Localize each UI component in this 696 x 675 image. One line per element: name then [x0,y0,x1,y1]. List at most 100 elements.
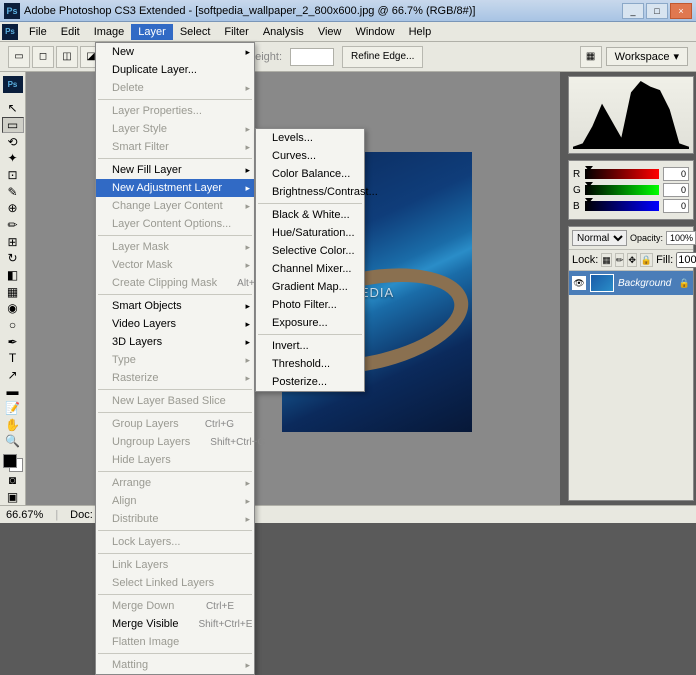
layer-thumbnail[interactable] [590,274,614,292]
dodge-tool-icon[interactable]: ○ [2,317,24,333]
lock-all-icon[interactable]: 🔒 [640,253,653,267]
eraser-tool-icon[interactable]: ◧ [2,267,24,283]
layers-list[interactable]: 👁 Background 🔒 [569,271,693,500]
separator [98,158,252,159]
separator [258,203,362,204]
r-label: R [573,169,581,180]
menu-item-curves[interactable]: Curves... [256,147,364,165]
visibility-icon[interactable]: 👁 [572,276,586,290]
crop-tool-icon[interactable]: ⊡ [2,167,24,183]
maximize-button[interactable]: □ [646,3,668,19]
menu-item-smart-objects[interactable]: Smart Objects▸ [96,297,254,315]
refine-edge-button[interactable]: Refine Edge... [342,46,423,68]
history-brush-icon[interactable]: ↻ [2,251,24,267]
g-slider[interactable] [585,185,659,195]
minimize-button[interactable]: _ [622,3,644,19]
menu-item-threshold[interactable]: Threshold... [256,355,364,373]
menu-help[interactable]: Help [402,24,439,40]
menu-item-3d-layers[interactable]: 3D Layers▸ [96,333,254,351]
layer-row[interactable]: 👁 Background 🔒 [569,271,693,295]
menu-layer[interactable]: Layer [131,24,173,40]
menu-item-brightness-contrast[interactable]: Brightness/Contrast... [256,183,364,201]
foreground-color-icon[interactable] [3,454,17,468]
opacity-input[interactable] [666,231,696,245]
menu-item-color-balance[interactable]: Color Balance... [256,165,364,183]
menu-item-posterize[interactable]: Posterize... [256,373,364,391]
menu-item-merge-visible[interactable]: Merge VisibleShift+Ctrl+E [96,615,254,633]
menu-item-new[interactable]: New▸ [96,43,254,61]
healing-tool-icon[interactable]: ⊕ [2,201,24,217]
path-tool-icon[interactable]: ↗ [2,367,24,383]
workspace-icon[interactable]: ▦ [580,46,602,68]
screenmode-icon[interactable]: ▣ [2,489,24,505]
marquee-tool-icon[interactable]: ▭ [8,46,30,68]
submenu-arrow-icon: ▸ [245,301,250,312]
tools-header-icon: Ps [3,76,23,93]
menu-view[interactable]: View [311,24,349,40]
lasso-tool-icon[interactable]: ⟲ [2,134,24,150]
submenu-arrow-icon: ▸ [245,337,250,348]
window-controls: _ □ × [622,3,692,19]
move-tool-icon[interactable]: ↖ [2,100,24,116]
eyedropper-tool-icon[interactable]: ✎ [2,184,24,200]
menu-item-lock-layers: Lock Layers... [96,533,254,551]
menu-item-select-linked-layers: Select Linked Layers [96,574,254,592]
selection-mode-add-icon[interactable]: ◫ [56,46,78,68]
r-value-input[interactable] [663,167,689,181]
menu-item-flatten-image: Flatten Image [96,633,254,651]
lock-transparency-icon[interactable]: ▦ [601,253,612,267]
app-icon[interactable]: Ps [2,24,18,40]
height-input[interactable] [290,48,334,66]
brush-tool-icon[interactable]: ✏ [2,217,24,233]
quickmask-icon[interactable]: ◙ [2,473,24,489]
zoom-tool-icon[interactable]: 🔍 [2,434,24,450]
blur-tool-icon[interactable]: ◉ [2,300,24,316]
menu-edit[interactable]: Edit [54,24,87,40]
menu-item-video-layers[interactable]: Video Layers▸ [96,315,254,333]
submenu-arrow-icon: ▸ [245,478,250,489]
lock-position-icon[interactable]: ✥ [627,253,637,267]
b-value-input[interactable] [663,199,689,213]
marquee-tool-icon[interactable]: ▭ [2,117,24,133]
b-slider[interactable] [585,201,659,211]
color-swatch[interactable] [3,454,23,471]
shape-tool-icon[interactable]: ▬ [2,384,24,400]
histogram-panel[interactable] [568,76,694,154]
menu-item-new-adjustment-layer[interactable]: New Adjustment Layer▸ [96,179,254,197]
notes-tool-icon[interactable]: 📝 [2,400,24,416]
wand-tool-icon[interactable]: ✦ [2,151,24,167]
menu-item-exposure[interactable]: Exposure... [256,314,364,332]
menu-analysis[interactable]: Analysis [256,24,311,40]
menu-window[interactable]: Window [348,24,401,40]
menu-item-selective-color[interactable]: Selective Color... [256,242,364,260]
type-tool-icon[interactable]: T [2,350,24,366]
layer-name[interactable]: Background [618,278,671,289]
menu-file[interactable]: File [22,24,54,40]
menu-item-invert[interactable]: Invert... [256,337,364,355]
fill-input[interactable] [676,252,696,268]
workspace-dropdown[interactable]: Workspace ▾ [606,47,688,66]
menu-item-channel-mixer[interactable]: Channel Mixer... [256,260,364,278]
menu-item-levels[interactable]: Levels... [256,129,364,147]
menu-select[interactable]: Select [173,24,218,40]
close-button[interactable]: × [670,3,692,19]
menu-filter[interactable]: Filter [217,24,255,40]
g-value-input[interactable] [663,183,689,197]
menu-item-gradient-map[interactable]: Gradient Map... [256,278,364,296]
r-slider[interactable] [585,169,659,179]
pen-tool-icon[interactable]: ✒ [2,334,24,350]
menu-item-new-fill-layer[interactable]: New Fill Layer▸ [96,161,254,179]
blend-mode-select[interactable]: Normal [572,230,627,246]
menu-image[interactable]: Image [87,24,132,40]
menu-item-black-white[interactable]: Black & White... [256,206,364,224]
menu-item-photo-filter[interactable]: Photo Filter... [256,296,364,314]
gradient-tool-icon[interactable]: ▦ [2,284,24,300]
separator [98,294,252,295]
menu-item-hue-saturation[interactable]: Hue/Saturation... [256,224,364,242]
selection-mode-new-icon[interactable]: ◻ [32,46,54,68]
stamp-tool-icon[interactable]: ⊞ [2,234,24,250]
menu-item-duplicate-layer[interactable]: Duplicate Layer... [96,61,254,79]
lock-pixels-icon[interactable]: ✏ [615,253,625,267]
zoom-level[interactable]: 66.67% [6,509,43,521]
hand-tool-icon[interactable]: ✋ [2,417,24,433]
